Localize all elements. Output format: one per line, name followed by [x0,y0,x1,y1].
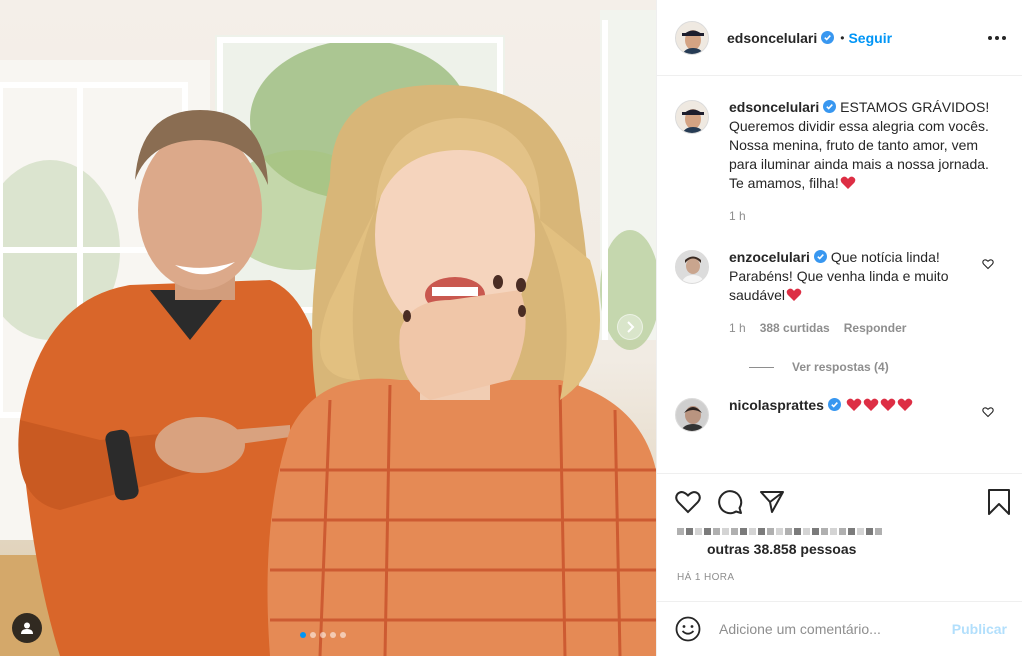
heart-icon[interactable] [675,490,701,514]
author-username[interactable]: edsoncelulari [727,30,817,46]
comment-hearts [845,397,913,413]
red-heart-emoji-icon [846,398,862,411]
caption: edsoncelulari ESTAMOS GRÁVIDOS! Queremos… [675,98,1006,226]
comment-icon[interactable] [717,489,743,515]
publish-button[interactable]: Publicar [952,621,1007,637]
comment-body: enzocelulari Que notícia linda! Parabéns… [729,248,991,338]
post-header: edsoncelulari • Seguir [657,0,1022,76]
comment-item: nicolasprattes [675,396,1006,432]
comment-username[interactable]: enzocelulari [729,249,810,265]
more-options-icon[interactable] [988,35,1006,40]
comment-like-icon[interactable] [982,258,994,270]
avatar[interactable] [675,20,709,55]
caption-meta: 1 h [729,207,991,226]
action-bar [657,474,1022,516]
caption-line: Nossa menina, fruto de tanto amor, vem p… [729,137,989,172]
carousel-dot [340,632,346,638]
avatar[interactable] [675,398,709,432]
avatar[interactable] [675,250,709,284]
comment-time[interactable]: 1 h [729,319,746,338]
carousel-dot [310,632,316,638]
view-replies-button[interactable]: Ver respostas (4) [749,360,1006,374]
caption-line: Te amamos, filha! [729,175,839,191]
instagram-post: edsoncelulari • Seguir edsoncelulari EST… [0,0,1022,656]
red-heart-emoji-icon [897,398,913,411]
comment-input[interactable] [719,621,952,637]
comment-likes[interactable]: 388 curtidas [760,319,830,338]
reply-button[interactable]: Responder [844,319,907,338]
red-heart-emoji-icon [840,176,856,189]
avatar[interactable] [675,100,709,134]
separator-dot: • [840,30,845,45]
likes-summary[interactable]: outras 38.858 pessoas [677,524,1022,558]
caption-body: edsoncelulari ESTAMOS GRÁVIDOS! Queremos… [729,98,991,226]
bookmark-icon[interactable] [987,488,1011,516]
share-icon[interactable] [759,490,785,514]
verified-badge-icon [827,398,841,411]
post-side-panel: edsoncelulari • Seguir edsoncelulari EST… [656,0,1022,656]
comment-item: enzocelulari Que notícia linda! Parabéns… [675,248,1006,338]
caption-line: Queremos dividir essa alegria com vocês. [729,118,989,134]
caption-time[interactable]: 1 h [729,207,746,226]
replies-line [749,366,774,368]
comment-meta: 1 h 388 curtidas Responder [729,319,991,338]
caption-line: ESTAMOS GRÁVIDOS! [840,99,990,115]
emoji-icon[interactable] [675,616,701,642]
carousel-dot [300,632,306,638]
user-tag-icon[interactable] [12,613,42,643]
red-heart-emoji-icon [863,398,879,411]
carousel-dots [300,632,346,638]
comments-list[interactable]: edsoncelulari ESTAMOS GRÁVIDOS! Queremos… [657,76,1022,472]
follow-button[interactable]: Seguir [848,30,892,46]
verified-badge-icon [813,250,827,263]
post-photo[interactable] [0,0,656,656]
photo-scene [0,10,656,656]
red-heart-emoji-icon [880,398,896,411]
comment-like-icon[interactable] [982,406,994,418]
post-timestamp[interactable]: HÁ 1 HORA [677,572,1022,583]
next-arrow-icon[interactable] [617,314,643,340]
comment-username[interactable]: nicolasprattes [729,397,824,413]
caption-username[interactable]: edsoncelulari [729,99,819,115]
carousel-dot [330,632,336,638]
post-actions-area: outras 38.858 pessoas HÁ 1 HORA [657,473,1022,601]
verified-badge-icon [823,100,837,113]
comment-body: nicolasprattes [729,396,991,415]
add-comment-bar: Publicar [657,601,1022,656]
red-heart-emoji-icon [786,288,802,301]
carousel-dot [320,632,326,638]
view-replies-label: Ver respostas (4) [792,360,889,374]
verified-badge-icon [821,31,835,44]
liked-by-blurred [677,524,1022,538]
likes-count-text[interactable]: outras 38.858 pessoas [707,540,1022,558]
